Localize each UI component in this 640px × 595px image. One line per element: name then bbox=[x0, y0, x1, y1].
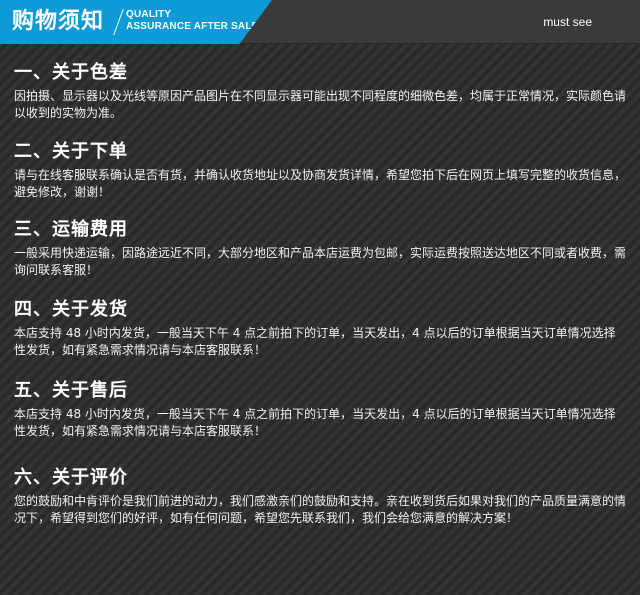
section-after-sale: 五、关于售后 本店支持 48 小时内发货，一般当天下午 4 点之前拍下的订单，当… bbox=[14, 378, 626, 440]
header-subtitle-line1: QUALITY bbox=[126, 9, 172, 20]
header-bar: 购物须知 QUALITY ASSURANCE AFTER SALE must s… bbox=[0, 0, 640, 44]
section-body: 请与在线客服联系确认是否有货，并确认收货地址以及协商发货详情，希望您拍下后在网页… bbox=[14, 168, 627, 199]
section-body: 本店支持 48 小时内发货，一般当天下午 4 点之前拍下的订单，当天发出，4 点… bbox=[14, 326, 616, 357]
section-title: 四、关于发货 bbox=[14, 299, 128, 320]
section-ordering: 二、关于下单 请与在线客服联系确认是否有货，并确认收货地址以及协商发货详情，希望… bbox=[14, 139, 626, 201]
header-subtitle: QUALITY ASSURANCE AFTER SALE bbox=[126, 9, 259, 33]
section-title: 五、关于售后 bbox=[14, 380, 128, 401]
section-title: 二、关于下单 bbox=[14, 141, 128, 162]
section-reviews: 六、关于评价 您的鼓励和中肯评价是我们前进的动力，我们感激亲们的鼓励和支持。亲在… bbox=[14, 465, 626, 527]
section-color-difference: 一、关于色差 因拍摄、显示器以及光线等原因产品图片在不同显示器可能出现不同程度的… bbox=[14, 60, 626, 122]
section-body: 一般采用快递运输，因路途远近不同，大部分地区和产品本店运费为包邮，实际运费按照送… bbox=[14, 246, 627, 277]
section-body: 因拍摄、显示器以及光线等原因产品图片在不同显示器可能出现不同程度的细微色差，均属… bbox=[14, 89, 627, 120]
section-body: 您的鼓励和中肯评价是我们前进的动力，我们感激亲们的鼓励和支持。亲在收到货后如果对… bbox=[14, 494, 627, 525]
section-delivery: 四、关于发货 本店支持 48 小时内发货，一般当天下午 4 点之前拍下的订单，当… bbox=[14, 297, 626, 359]
must-see-label: must see bbox=[543, 15, 592, 29]
section-title: 六、关于评价 bbox=[14, 467, 128, 488]
header-title: 购物须知 bbox=[12, 9, 105, 34]
section-title: 一、关于色差 bbox=[14, 62, 128, 83]
section-body: 本店支持 48 小时内发货，一般当天下午 4 点之前拍下的订单，当天发出，4 点… bbox=[14, 407, 616, 438]
header-subtitle-line2: ASSURANCE AFTER SALE bbox=[126, 21, 259, 32]
header-badge: 购物须知 QUALITY ASSURANCE AFTER SALE bbox=[0, 0, 272, 44]
shopping-notice-page: 购物须知 QUALITY ASSURANCE AFTER SALE must s… bbox=[0, 0, 640, 595]
section-title: 三、运输费用 bbox=[14, 219, 128, 240]
header-divider bbox=[113, 9, 124, 35]
section-shipping-cost: 三、运输费用 一般采用快递运输，因路途远近不同，大部分地区和产品本店运费为包邮，… bbox=[14, 217, 626, 279]
